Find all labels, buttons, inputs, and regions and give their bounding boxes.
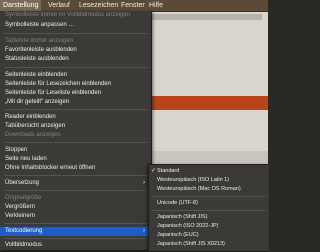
menu-separator [4,238,147,239]
menu-item-shared-with-you[interactable]: „Mit dir geteilt“ anzeigen [0,98,151,107]
menu-separator [4,175,147,176]
submenu-separator [152,196,266,197]
menu-item-text-encoding[interactable]: Textcodierung › [0,227,151,236]
checkmark-icon: ✓ [151,168,157,174]
menubar-lesezeichen[interactable]: Lesezeichen [76,0,121,11]
chevron-right-icon: › [143,228,145,234]
menu-separator [4,223,147,224]
background-window [150,11,268,151]
menu-item-tab-overview[interactable]: Tabübersicht anzeigen [0,122,151,131]
menu-item-reload-page[interactable]: Seite neu laden [0,155,151,164]
menu-item-translation-label: Übersetzung [5,180,40,186]
menu-item-actual-size: Originalgröße [5,195,42,201]
submenu-item-euc[interactable]: Japanisch (EUC) [149,231,269,240]
submenu-item-iso-2022-jp[interactable]: Japanisch (ISO 2022-JP) [149,222,269,231]
menu-separator [4,33,147,34]
menu-item-zoom-in[interactable]: Vergrößern [0,203,151,212]
menu-item-reading-list-sidebar[interactable]: Seitenleiste für Leseliste einblenden [0,89,151,98]
menu-item-hide-favorites-bar[interactable]: Favoritenleiste ausblenden [0,46,151,55]
submenu-item-label: Standard [157,168,180,174]
background-toolbar [152,14,262,20]
menu-item-hide-status-bar[interactable]: Statusleiste ausblenden [0,55,151,64]
menubar-darstellung[interactable]: Darstellung [0,0,42,11]
text-encoding-submenu: ✓ Standard Westeuropäisch (ISO Latin 1) … [148,164,269,252]
submenu-item-iso-latin-1[interactable]: Westeuropäisch (ISO Latin 1) [149,176,269,185]
menu-item-show-sidebar[interactable]: Seitenleiste einblenden [0,71,151,80]
submenu-separator [152,210,266,211]
menu-separator [4,190,147,191]
submenu-item-shift-jis-x0213[interactable]: Japanisch (Shift JIS X0213) [149,240,269,249]
menu-item-stop[interactable]: Stoppen [0,146,151,155]
view-menu: Symbolleiste immer im Vollbildmodus anze… [0,11,152,250]
chevron-right-icon: › [143,180,145,186]
menu-item-reload-without-blockers[interactable]: Ohne Inhaltsblocker erneut öffnen [0,164,151,173]
submenu-item-standard[interactable]: ✓ Standard [149,167,269,176]
menu-item-always-show-tabbar: Tableiste immer anzeigen [5,38,74,44]
submenu-item-mac-os-roman[interactable]: Westeuropäisch (Mac OS Roman) [149,185,269,194]
menu-item-text-encoding-label: Textcodierung [5,228,43,234]
background-banner [150,96,268,110]
menu-separator [4,142,147,143]
menubar-fenster[interactable]: Fenster [118,0,148,11]
menu-item-zoom-out[interactable]: Verkleinern [0,212,151,221]
menu-item-toolbar-fullscreen: Symbolleiste immer im Vollbildmodus anze… [5,12,131,18]
menu-item-fullscreen[interactable]: Vollbildmodus [0,241,151,250]
menu-item-bookmarks-sidebar[interactable]: Seitenleiste für Lesezeichen einblenden [0,80,151,89]
menu-item-translation[interactable]: Übersetzung › [0,179,151,188]
submenu-item-shift-jis[interactable]: Japanisch (Shift JIS) [149,213,269,222]
menu-separator [4,109,147,110]
menu-item-show-downloads: Downloads anzeigen [5,132,61,138]
menubar-hilfe[interactable]: Hilfe [146,0,166,11]
menubar-verlauf[interactable]: Verlauf [45,0,73,11]
menu-separator [4,67,147,68]
menu-item-customize-toolbar[interactable]: Symbolleiste anpassen … [0,21,151,30]
menu-item-show-reader[interactable]: Reader einblenden [0,113,151,122]
submenu-item-utf-8[interactable]: Unicode (UTF-8) [149,199,269,208]
